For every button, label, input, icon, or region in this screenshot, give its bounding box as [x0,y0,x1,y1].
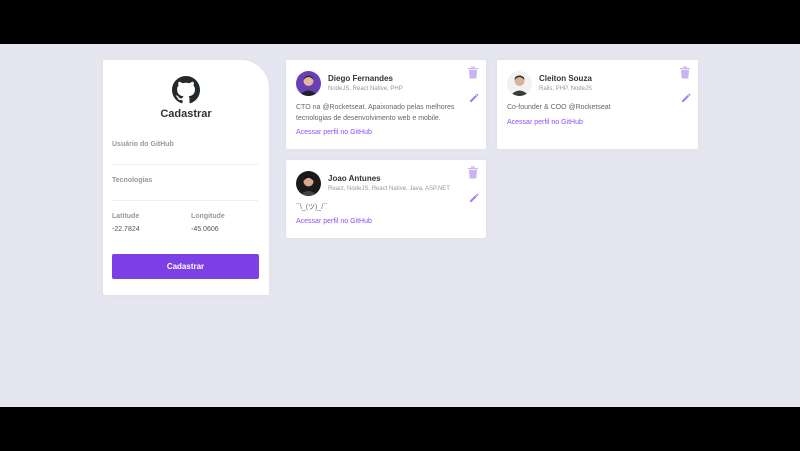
github-user-label: Usuário do GitHub [112,141,174,148]
longitude-input[interactable]: -45.0606 [191,226,219,233]
dev-bio-line: Co-founder & COO @Rocketseat [507,104,611,111]
app-background: Cadastrar Usuário do GitHub Tecnologias … [0,44,800,407]
trash-icon[interactable] [679,66,691,79]
dev-name: Cleiton Souza [539,74,592,83]
techs-input[interactable] [112,200,258,201]
pencil-icon[interactable] [469,93,479,103]
dev-bio-line: tecnologias de desenvolvimento web e mob… [296,115,441,122]
latitude-label: Latitude [112,213,140,220]
dev-name: Diego Fernandes [328,74,393,83]
avatar [296,71,321,96]
pencil-icon[interactable] [469,193,479,203]
dev-techs: NodeJS, React Native, PHP [328,86,403,92]
register-form-card: Cadastrar Usuário do GitHub Tecnologias … [103,60,269,295]
dev-bio-line: ¯\_(ツ)_/¯ [296,204,328,211]
dev-bio-line: CTO na @Rocketseat. Apaixonado pelas mel… [296,104,455,111]
trash-icon[interactable] [467,66,479,79]
dev-card: Joao Antunes React, NodeJS, React Native… [286,160,486,238]
github-user-input[interactable] [112,164,258,165]
github-profile-link[interactable]: Acessar perfil no GitHub [507,119,583,126]
form-title: Cadastrar [160,108,212,120]
pencil-icon[interactable] [681,93,691,103]
dev-techs: React, NodeJS, React Native, Java, ASP.N… [328,186,450,192]
github-profile-link[interactable]: Acessar perfil no GitHub [296,218,372,225]
dev-name: Joao Antunes [328,174,381,183]
avatar [296,171,321,196]
github-profile-link[interactable]: Acessar perfil no GitHub [296,129,372,136]
dev-card: Cleiton Souza Rails, PHP, NodeJS Co-foun… [497,60,698,149]
dev-card: Diego Fernandes NodeJS, React Native, PH… [286,60,486,149]
dev-techs: Rails, PHP, NodeJS [539,86,592,92]
submit-button[interactable]: Cadastrar [112,254,259,279]
longitude-label: Longitude [191,213,225,220]
avatar [507,71,532,96]
github-logo-icon [172,76,200,104]
techs-label: Tecnologias [112,177,153,184]
latitude-input[interactable]: -22.7824 [112,226,140,233]
trash-icon[interactable] [467,166,479,179]
